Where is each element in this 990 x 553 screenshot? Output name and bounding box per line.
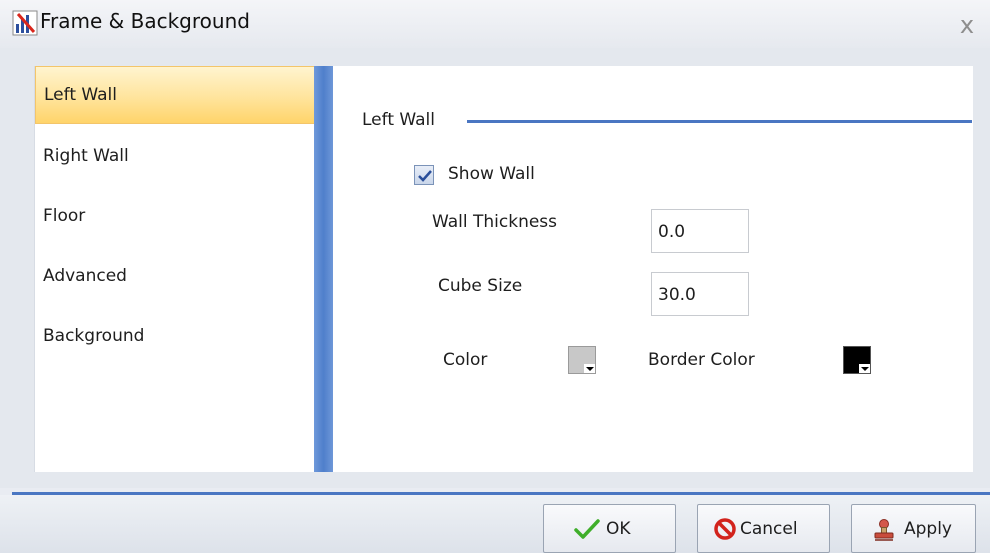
show-wall-label: Show Wall [448,164,535,184]
nav-item-label: Right Wall [43,146,129,166]
color-label: Color [443,350,488,370]
cancel-icon [714,518,736,545]
ok-label: OK [606,519,631,539]
cancel-label: Cancel [740,519,798,539]
nav-item-right-wall[interactable]: Right Wall [35,128,315,186]
nav-item-background[interactable]: Background [35,308,315,366]
checkmark-icon [574,518,600,545]
chevron-down-icon [861,367,869,371]
close-button[interactable]: x [954,12,980,38]
checkmark-icon [418,170,432,182]
nav-item-label: Background [43,326,145,346]
apply-button[interactable]: Apply [851,504,976,553]
nav-item-label: Left Wall [44,85,117,105]
chevron-down-icon [586,367,594,371]
nav-item-label: Advanced [43,266,127,286]
nav-item-advanced[interactable]: Advanced [35,248,315,306]
show-wall-checkbox[interactable] [414,165,434,185]
title-bar: Frame & Background x [0,0,990,48]
border-color-label: Border Color [648,350,755,370]
cancel-button[interactable]: Cancel [697,504,830,553]
wall-thickness-label: Wall Thickness [432,212,558,232]
nav-panel: Left Wall Right Wall Floor Advanced Back… [34,66,315,472]
ok-button[interactable]: OK [543,504,676,553]
apply-stamp-icon [872,518,896,547]
cube-size-label: Cube Size [438,276,523,296]
nav-item-label: Floor [43,206,86,226]
cube-size-input[interactable]: 30.0 [651,272,749,316]
apply-label: Apply [904,519,952,539]
border-color-picker[interactable] [843,346,871,374]
wall-thickness-input[interactable]: 0.0 [651,209,749,253]
nav-item-left-wall[interactable]: Left Wall [35,66,315,124]
window-title: Frame & Background [40,9,250,33]
group-title: Left Wall [362,110,435,130]
group-divider [467,120,972,123]
chart-app-icon [12,10,38,36]
button-bar [0,495,990,553]
color-picker[interactable] [568,346,596,374]
nav-item-floor[interactable]: Floor [35,188,315,246]
panel-splitter[interactable] [314,66,333,472]
